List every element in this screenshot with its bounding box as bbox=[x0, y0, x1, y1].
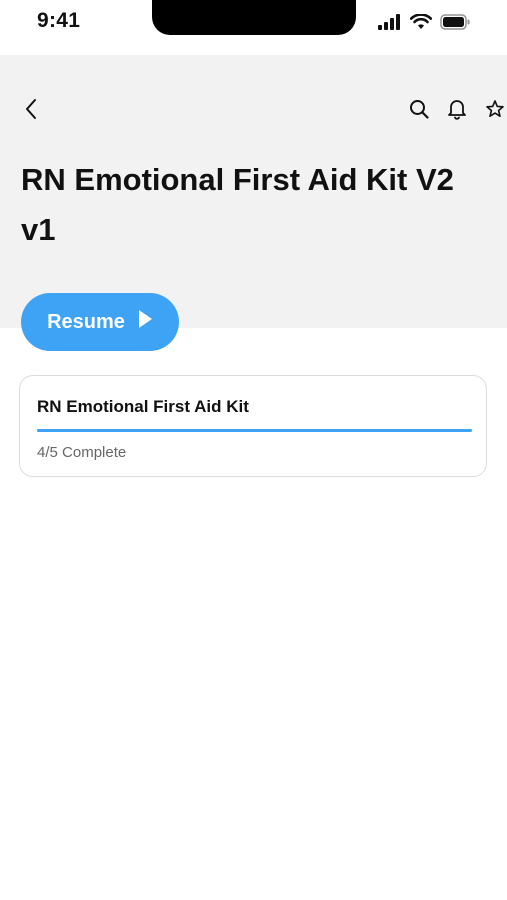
resume-button[interactable]: Resume bbox=[21, 293, 179, 351]
chevron-left-icon bbox=[24, 98, 38, 125]
top-actions bbox=[407, 98, 507, 124]
cellular-signal-icon bbox=[378, 14, 402, 30]
search-icon bbox=[409, 99, 429, 124]
page-title: RN Emotional First Aid Kit V2 v1 bbox=[21, 162, 454, 247]
course-title: RN Emotional First Aid Kit bbox=[37, 397, 249, 416]
progress-bar bbox=[37, 429, 472, 432]
status-bar: 9:41 bbox=[0, 0, 507, 55]
favorite-button[interactable] bbox=[483, 98, 507, 124]
star-icon bbox=[485, 99, 505, 124]
search-button[interactable] bbox=[407, 98, 431, 124]
progress-fill bbox=[37, 429, 472, 432]
resume-button-label: Resume bbox=[47, 310, 125, 333]
progress-status: 4/5 Complete bbox=[37, 444, 127, 461]
play-icon bbox=[137, 309, 153, 335]
battery-icon bbox=[440, 14, 471, 30]
status-time: 9:41 bbox=[37, 9, 81, 32]
wifi-icon bbox=[410, 14, 432, 30]
bell-icon bbox=[447, 98, 467, 125]
notifications-button[interactable] bbox=[445, 98, 469, 124]
back-button[interactable] bbox=[20, 98, 42, 124]
status-icons bbox=[378, 14, 471, 30]
device-notch bbox=[152, 0, 356, 35]
course-card[interactable]: RN Emotional First Aid Kit 4/5 Complete bbox=[19, 375, 487, 477]
